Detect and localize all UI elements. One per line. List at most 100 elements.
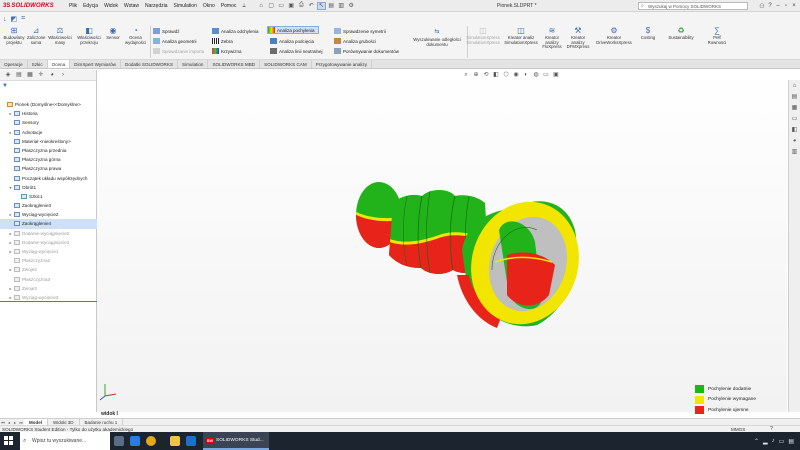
configuration-manager-tab-icon[interactable]: ▦ — [26, 72, 34, 79]
dfmxpress-button[interactable]: ⚒ Kreator analizy DFMXpress — [565, 26, 591, 50]
zebra-button[interactable]: Zebra — [212, 37, 233, 45]
tree-item[interactable]: ▸ Zwoje3 — [0, 284, 97, 293]
tree-item[interactable]: Materiał <nieokreślony> — [0, 137, 97, 146]
document-distance-button[interactable]: ⇆ Wyszukiwanie odległości dokumentu — [409, 28, 465, 47]
custom-properties-icon[interactable]: ▥ — [790, 148, 799, 157]
volume-icon[interactable]: ♪ — [772, 438, 775, 444]
view-orientation-icon[interactable]: ⬡ — [502, 72, 510, 79]
curvature-button[interactable]: Krzywizna — [212, 47, 242, 55]
feature-manager-tab-icon[interactable]: ◈ — [4, 72, 12, 79]
menu-help[interactable]: Pomoc — [218, 3, 240, 9]
tree-expand-icon[interactable]: ▸ — [8, 128, 13, 137]
windows-start-icon[interactable] — [4, 436, 13, 445]
tree-expand-icon[interactable]: ▸ — [8, 109, 13, 118]
pin-icon[interactable]: ⟂ — [239, 3, 248, 9]
rollback-bar[interactable] — [0, 301, 97, 302]
dimxpert-manager-tab-icon[interactable]: ✛ — [37, 72, 45, 79]
sensor-button[interactable]: ◉ Sensor — [104, 26, 122, 41]
tree-item[interactable]: Płaszczyzna przednia — [0, 146, 97, 155]
menu-view[interactable]: Widok — [101, 3, 121, 9]
tree-item[interactable]: Płaszczyzna górna — [0, 155, 97, 164]
floxpress-button[interactable]: ≋ Kreator analizy FloXpress — [540, 26, 564, 50]
tree-item[interactable]: ▸ Dodanie-wyciągnięcie2 — [0, 229, 97, 238]
filter-icon[interactable]: ▼ — [2, 83, 8, 89]
sustainability-button[interactable]: ♻ Sustainability — [662, 26, 700, 41]
tree-item[interactable]: Szkic1 — [0, 192, 97, 201]
help-search-input[interactable]: ⌕ Wyszukaj w Pomocy SOLIDWORKS — [638, 2, 748, 10]
mail-icon[interactable] — [186, 436, 196, 446]
tree-item[interactable]: ▸ Wyciąg-wycięcie1 — [0, 247, 97, 256]
taskbar-solidworks-app[interactable]: SW SOLIDWORKS Stud... — [203, 432, 269, 450]
save-icon[interactable]: ▣ — [287, 2, 296, 10]
maximize-icon[interactable]: ▫ — [782, 3, 790, 9]
menu-window[interactable]: Okno — [200, 3, 218, 9]
tree-item[interactable]: Zaokrąglenie4 — [0, 219, 97, 229]
options-gear-icon[interactable]: ⚙ — [347, 2, 356, 10]
select-arrow-icon[interactable]: ↖ — [316, 1, 326, 10]
file-explorer-icon[interactable]: ▭ — [790, 115, 799, 124]
tab-evaluate[interactable]: Ocena — [47, 60, 71, 68]
tree-item[interactable]: ▸ Zwoje2 — [0, 265, 97, 274]
check-button[interactable]: Sprawdź — [153, 27, 180, 35]
tree-item[interactable]: ▾ Obrót1 — [0, 183, 97, 192]
file-properties-icon[interactable]: ▥ — [337, 2, 346, 10]
tree-item[interactable]: Zaokrąglenie3 — [0, 201, 97, 210]
mass-properties-button[interactable]: ⚖ Właściwości masy — [46, 26, 74, 45]
tree-item[interactable]: Początek układu współrzędnych — [0, 174, 97, 183]
compare-documents-button[interactable]: Porównywanie dokumentów — [334, 47, 399, 55]
import-diagnostics-button[interactable]: Sprawdzanie importu — [153, 47, 204, 55]
expand-panel-icon[interactable]: › — [59, 72, 67, 79]
graphics-area[interactable] — [97, 70, 787, 412]
section-properties-button[interactable]: ◧ Właściwości przekroju — [75, 26, 103, 45]
tree-expand-icon[interactable]: ▸ — [8, 284, 13, 293]
file-explorer-taskbar-icon[interactable] — [170, 436, 180, 446]
tree-item[interactable]: ▸ Dodanie-wyciągnięcie3 — [0, 238, 97, 247]
taskbar-search-input[interactable]: ⌕ Wpisz tu wyszukiwane... — [20, 432, 110, 450]
task-view-icon[interactable] — [114, 436, 124, 446]
geometry-analysis-button[interactable]: Analiza geometrii — [153, 37, 197, 45]
display-style-icon[interactable]: ◉ — [512, 72, 520, 79]
appearance-icon[interactable]: ◍ — [532, 72, 540, 79]
tab-sketch[interactable]: Szkic — [28, 60, 48, 68]
edge-browser-icon[interactable] — [130, 436, 140, 446]
help-icon[interactable]: ? — [766, 3, 774, 9]
section-view-icon[interactable]: ◧ — [492, 72, 500, 79]
tab-mbd[interactable]: SOLIDWORKS MBD — [208, 60, 261, 68]
user-icon[interactable]: ⚇ — [758, 3, 766, 10]
chrome-icon[interactable] — [146, 436, 156, 446]
tree-item[interactable]: Płaszczyzna prawa — [0, 164, 97, 173]
tab-addins[interactable]: Dodatki SOLIDWORKS — [121, 60, 178, 68]
tree-expand-icon[interactable]: ▸ — [8, 247, 13, 256]
tab-simulation[interactable]: Simulation — [178, 60, 209, 68]
menu-tools[interactable]: Narzędzia — [142, 3, 171, 9]
parting-line-analysis-button[interactable]: Analiza linii neutralnej — [270, 47, 323, 55]
notifications-icon[interactable]: ▤ — [788, 438, 794, 445]
tree-item[interactable]: ▸ Adnotacje — [0, 128, 97, 137]
tree-expand-icon[interactable]: ▸ — [8, 238, 13, 247]
tree-item[interactable]: Pionek (Domyślne<<Domyślne> — [0, 100, 97, 109]
tree-item[interactable]: ▸ Wyciąg-wycięcie2 — [0, 210, 97, 219]
tree-expand-icon[interactable]: ▸ — [8, 229, 13, 238]
undo-icon[interactable]: ↶ — [307, 2, 316, 10]
scene-icon[interactable]: ▭ — [542, 72, 550, 79]
tray-chevron-icon[interactable]: ⌃ — [754, 438, 759, 445]
open-folder-icon[interactable]: ▭ — [277, 2, 286, 10]
thickness-analysis-button[interactable]: Analiza grubości — [334, 37, 376, 45]
hide-show-icon[interactable]: ◐ — [522, 72, 530, 79]
tree-expand-icon[interactable]: ▸ — [8, 210, 13, 219]
menu-insert[interactable]: Wstaw — [121, 3, 142, 9]
view-palette-icon[interactable]: ◧ — [790, 126, 799, 135]
measure-top-icon[interactable]: ⌗ — [21, 15, 25, 23]
tree-item[interactable]: Płaszczyzna2 — [0, 256, 97, 265]
tab-cam[interactable]: SOLIDWORKS CAM — [260, 60, 312, 68]
home-icon[interactable]: ⌂ — [257, 2, 266, 10]
tab-analysis-prep[interactable]: Przygotowywanie analizy — [312, 60, 373, 68]
menu-edit[interactable]: Edycja — [80, 3, 101, 9]
driveworksxpress-button[interactable]: ⚙ Kreator DriveWorksXpress — [592, 26, 636, 45]
tab-features[interactable]: Operacje — [0, 60, 28, 68]
solidworks-logo[interactable]: 3S SOLIDWORKS — [0, 0, 66, 12]
deviation-analysis-button[interactable]: Analiza odchylenia — [212, 27, 259, 35]
rebuild-icon[interactable]: ▤ — [327, 2, 336, 10]
property-manager-tab-icon[interactable]: ▤ — [15, 72, 23, 79]
menu-file[interactable]: Plik — [66, 3, 80, 9]
